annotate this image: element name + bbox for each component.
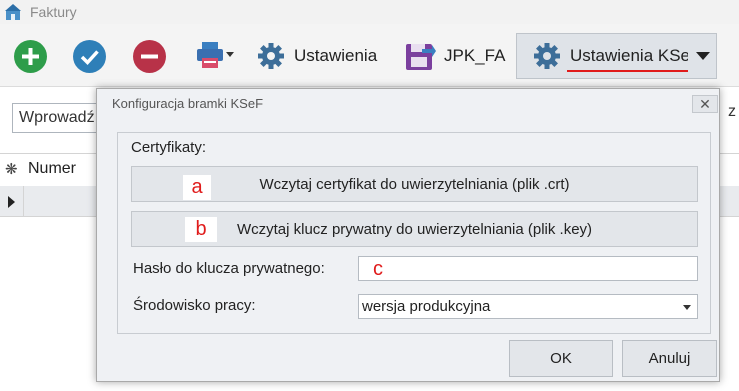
window-title: Faktury — [30, 4, 77, 20]
ksef-settings-label: Ustawienia KSeF — [570, 46, 688, 65]
password-label: Hasło do klucza prywatnego: — [133, 260, 325, 277]
load-certificate-label: Wczytaj certyfikat do uwierzytelniania (… — [259, 175, 570, 193]
ok-label: OK — [550, 350, 572, 367]
jpk-label: JPK_FA — [444, 46, 506, 65]
cancel-button[interactable]: Anuluj — [622, 340, 717, 377]
remove-button[interactable] — [133, 40, 166, 73]
chevron-down-icon — [683, 305, 691, 310]
ksef-config-dialog: Konfiguracja bramki KSeF ✕ Certyfikaty: … — [96, 88, 720, 382]
jpk-button[interactable]: JPK_FA — [404, 38, 505, 74]
confirm-button[interactable] — [73, 40, 106, 73]
cancel-label: Anuluj — [648, 350, 691, 367]
settings-label: Ustawienia — [294, 46, 378, 65]
dialog-title: Konfiguracja bramki KSeF — [112, 96, 264, 111]
asterisk-icon: ❋ — [5, 161, 18, 178]
certificates-group: Certyfikaty: Wczytaj certyfikat do uwier… — [117, 132, 711, 334]
add-button[interactable] — [14, 40, 47, 73]
gear-icon — [534, 43, 560, 69]
save-export-icon — [406, 44, 436, 70]
marker-c: c — [366, 258, 390, 280]
password-field[interactable] — [358, 256, 698, 281]
check-icon — [73, 40, 106, 73]
row-separator — [23, 186, 24, 216]
marker-b: b — [185, 217, 217, 242]
close-button[interactable]: ✕ — [692, 95, 718, 113]
plus-icon — [14, 40, 47, 73]
load-key-label: Wczytaj klucz prywatny do uwierzytelnian… — [236, 220, 593, 238]
minus-icon — [133, 40, 166, 73]
gear-icon — [258, 43, 284, 69]
row-indicator-icon — [8, 196, 15, 208]
settings-button[interactable]: Ustawienia — [256, 38, 377, 74]
app-icon — [5, 4, 21, 20]
marker-a: a — [183, 175, 211, 200]
environment-label: Środowisko pracy: — [133, 297, 256, 314]
highlight-underline — [567, 70, 688, 72]
title-bar: Faktury — [0, 0, 739, 25]
printer-icon — [197, 42, 234, 68]
environment-value: wersja produkcyjna — [362, 298, 491, 315]
toolbar: Ustawienia JPK_FA Ustawienia KSeF — [0, 24, 739, 87]
environment-select[interactable]: wersja produkcyjna — [358, 294, 698, 319]
group-label: Certyfikaty: — [131, 139, 207, 156]
dropdown-arrow-icon[interactable] — [696, 51, 710, 61]
ok-button[interactable]: OK — [509, 340, 613, 377]
print-button[interactable] — [193, 38, 237, 74]
close-icon: ✕ — [699, 95, 711, 112]
ksef-settings-button[interactable]: Ustawienia KSeF — [516, 33, 717, 79]
column-header-number[interactable]: Numer — [28, 160, 76, 178]
load-certificate-button[interactable]: Wczytaj certyfikat do uwierzytelniania (… — [131, 166, 698, 202]
partial-text: z — [728, 103, 736, 120]
